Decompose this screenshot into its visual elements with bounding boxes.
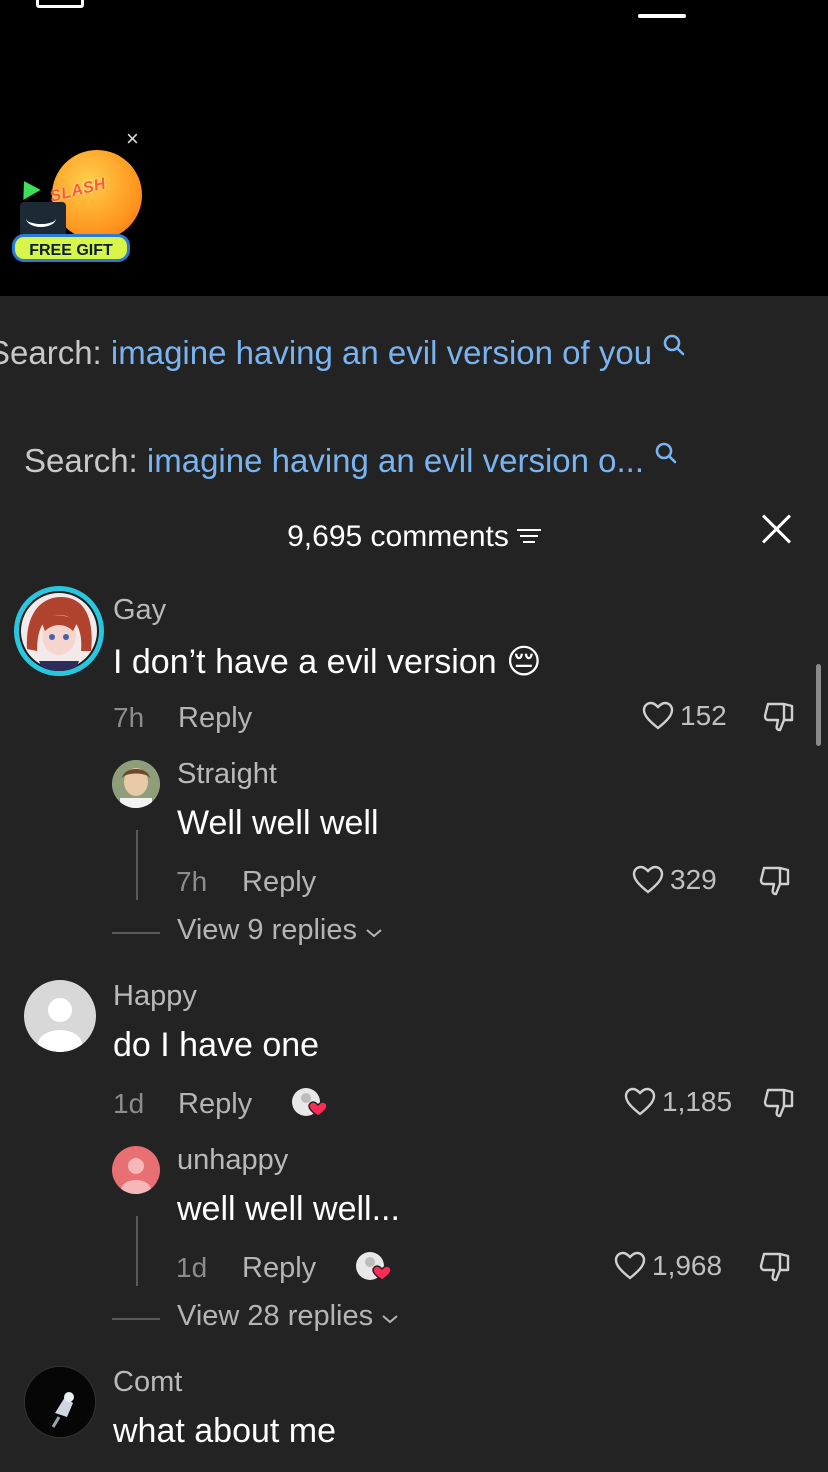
- reply-button[interactable]: Reply: [178, 702, 252, 735]
- dislike-icon[interactable]: [758, 864, 792, 898]
- view-replies-button[interactable]: View 9 replies: [177, 914, 383, 947]
- comment-text[interactable]: well well well...: [177, 1190, 400, 1229]
- comment-count-label: 9,695 comments: [287, 520, 509, 553]
- comment-username[interactable]: Happy: [113, 980, 197, 1013]
- comment-username[interactable]: unhappy: [177, 1144, 288, 1177]
- search-prefix: Search:: [0, 334, 102, 371]
- sort-filter-icon[interactable]: [516, 527, 541, 545]
- search-prefix: Search:: [24, 442, 138, 479]
- comments-header: 9,695 comments: [0, 520, 828, 554]
- reply-button[interactable]: Reply: [178, 1088, 252, 1121]
- like-count: 329: [670, 864, 717, 895]
- creator-liked-icon: [356, 1252, 392, 1281]
- heart-icon: [614, 1251, 646, 1280]
- view-replies-button[interactable]: View 28 replies: [177, 1300, 399, 1333]
- comment-time: 1d: [113, 1088, 145, 1119]
- reply-button[interactable]: Reply: [242, 866, 316, 899]
- like-button[interactable]: 1,185: [624, 1086, 732, 1119]
- dislike-icon[interactable]: [762, 700, 796, 734]
- person-photo-icon: [112, 760, 160, 808]
- comment-time: 1d: [176, 1252, 208, 1283]
- free-gift-ad[interactable]: SLASH FREE GIFT: [12, 150, 142, 266]
- dislike-icon[interactable]: [758, 1250, 792, 1284]
- thread-line: [136, 1216, 138, 1286]
- comment-text[interactable]: I don’t have a evil version 😔: [113, 642, 542, 682]
- like-button[interactable]: 329: [632, 864, 717, 897]
- like-count: 1,968: [652, 1250, 723, 1281]
- default-avatar-icon: [38, 998, 82, 1052]
- anime-avatar-icon: [21, 593, 97, 671]
- reply-button[interactable]: Reply: [242, 1252, 316, 1285]
- search-icon: [648, 442, 677, 470]
- heart-icon: [632, 865, 664, 894]
- search-icon: [656, 334, 685, 362]
- avatar[interactable]: [24, 1366, 96, 1438]
- tab-indicator: [638, 14, 686, 18]
- like-button[interactable]: 1,968: [614, 1250, 722, 1283]
- thread-line: [136, 830, 138, 900]
- view-replies-label: View 28 replies: [177, 1300, 374, 1332]
- comment-text[interactable]: Well well well: [177, 804, 379, 843]
- creator-liked-icon: [292, 1088, 328, 1117]
- close-comments-button[interactable]: [760, 512, 792, 544]
- free-gift-label: FREE GIFT: [12, 234, 130, 262]
- amazon-smile-icon: [26, 210, 56, 227]
- video-area[interactable]: × SLASH FREE GIFT: [0, 0, 828, 296]
- chevron-down-icon: [382, 1315, 398, 1324]
- chevron-down-icon: [366, 929, 382, 938]
- avatar[interactable]: [112, 1146, 160, 1194]
- like-count: 1,185: [662, 1086, 733, 1117]
- search-query: imagine having an evil version o...: [146, 442, 645, 479]
- astronaut-avatar-icon: [25, 1367, 95, 1437]
- search-query: imagine having an evil version of you: [110, 334, 653, 371]
- dislike-icon[interactable]: [762, 1086, 796, 1120]
- search-suggestion-2[interactable]: Search: imagine having an evil version o…: [24, 442, 677, 480]
- ad-close-button[interactable]: ×: [126, 126, 139, 152]
- comment-text[interactable]: what about me: [113, 1412, 336, 1451]
- heart-icon: [642, 701, 674, 730]
- comment-username[interactable]: Straight: [177, 758, 277, 791]
- avatar[interactable]: [14, 586, 104, 676]
- comment-time: 7h: [176, 866, 208, 897]
- comment-time: 7h: [113, 702, 145, 733]
- default-avatar-icon: [121, 1158, 151, 1194]
- divider: [112, 932, 160, 934]
- status-icon: [36, 0, 84, 8]
- comment-username[interactable]: Comt: [113, 1366, 182, 1399]
- avatar[interactable]: [24, 980, 96, 1052]
- like-button[interactable]: 152: [642, 700, 727, 733]
- ribbon-icon: [15, 176, 41, 200]
- heart-icon: [624, 1087, 656, 1116]
- comment-username[interactable]: Gay: [113, 594, 166, 627]
- divider: [112, 1318, 160, 1320]
- comments-sheet: Search: imagine having an evil version o…: [0, 296, 828, 1472]
- search-suggestion-1[interactable]: Search: imagine having an evil version o…: [0, 334, 685, 372]
- like-count: 152: [680, 700, 727, 731]
- view-replies-label: View 9 replies: [177, 914, 358, 946]
- scrollbar[interactable]: [816, 664, 821, 746]
- avatar[interactable]: [112, 760, 160, 808]
- comment-text[interactable]: do I have one: [113, 1026, 319, 1065]
